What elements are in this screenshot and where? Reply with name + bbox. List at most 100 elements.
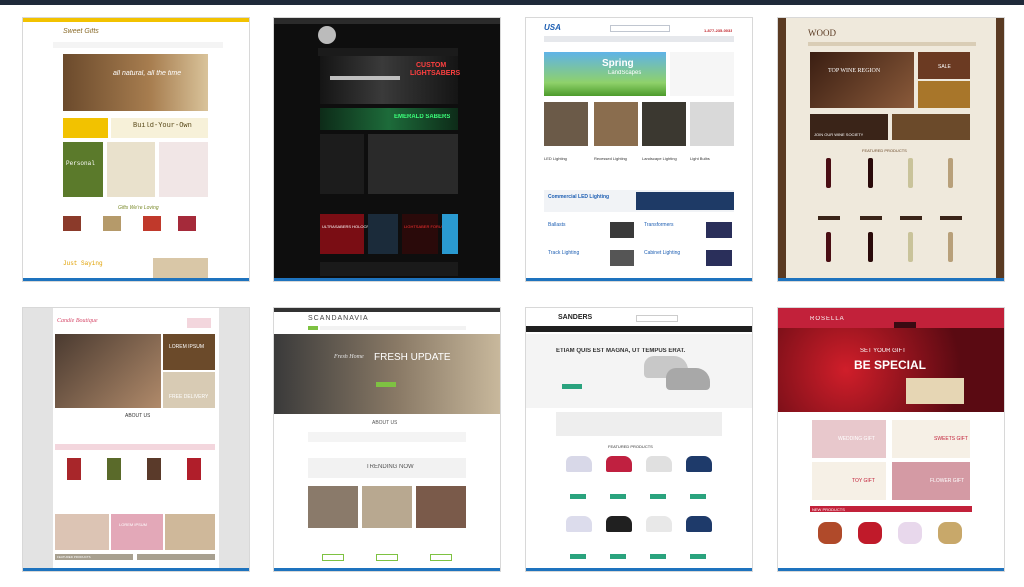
add-to-cart-button[interactable] — [430, 554, 452, 561]
template-thumbnail-sanders[interactable]: SANDERS ETIAM QUIS EST MAGNA, UT TEMPUS … — [526, 308, 752, 571]
hero-kicker: SET YOUR GIFT — [860, 348, 906, 354]
hero-kicker: Fresh Home — [334, 354, 364, 360]
row-image — [706, 222, 732, 238]
top-strip — [0, 0, 1024, 5]
add-to-cart-button[interactable] — [610, 554, 626, 559]
footer-strip — [320, 262, 458, 276]
shoe-product — [686, 516, 712, 532]
product-photo — [818, 522, 842, 544]
brand-logo: ROSELLA — [810, 316, 845, 322]
promo-label: Personal — [66, 160, 95, 167]
row-label[interactable]: Cabinet Lighting — [644, 250, 680, 256]
add-to-cart-button[interactable] — [322, 554, 344, 561]
add-to-cart-button[interactable] — [818, 216, 840, 220]
add-to-cart-button[interactable] — [610, 494, 626, 499]
row-label[interactable]: Ballasts — [548, 222, 566, 228]
category-label: SWEETS GIFT — [934, 436, 968, 442]
brand-logo: WOOD — [808, 28, 836, 38]
hero-slider — [55, 334, 161, 408]
phone-number: 1-877-235-0033 — [704, 28, 733, 33]
card-underline — [526, 278, 752, 281]
promo-tile — [63, 118, 108, 138]
template-thumbnail-candles[interactable]: Candle Boutique LOREM IPSUM FREE DELIVER… — [23, 308, 249, 571]
add-to-cart-button[interactable] — [570, 554, 586, 559]
row-label[interactable]: Track Lighting — [548, 250, 579, 256]
add-to-cart-button[interactable] — [900, 216, 922, 220]
card-underline — [778, 568, 1004, 571]
cart-box[interactable] — [187, 318, 211, 328]
search-input[interactable] — [610, 25, 670, 32]
category-photo — [690, 102, 734, 146]
category-label[interactable]: LED Lighting — [544, 156, 567, 161]
footer-label: FEATURED PRODUCTS — [57, 555, 91, 559]
top-bar — [274, 18, 500, 24]
add-to-cart-button[interactable] — [650, 494, 666, 499]
nav-home[interactable] — [308, 326, 318, 330]
product-photo — [938, 522, 962, 544]
promo-photo — [165, 514, 215, 550]
add-to-cart-button[interactable] — [650, 554, 666, 559]
shoe-image — [666, 368, 710, 390]
hero-button[interactable] — [562, 384, 582, 389]
promo-photo — [55, 514, 109, 550]
add-to-cart-button[interactable] — [940, 216, 962, 220]
brand-logo: SANDERS — [558, 314, 593, 321]
template-thumbnail-rosella[interactable]: ROSELLA SET YOUR GIFT BE SPECIAL WEDDING… — [778, 308, 1004, 571]
product-photo — [416, 486, 466, 528]
category-label[interactable]: Landscape Lighting — [642, 156, 677, 161]
section-heading: ABOUT US — [372, 420, 398, 426]
shoe-product — [566, 456, 592, 472]
add-to-cart-button[interactable] — [690, 494, 706, 499]
hero-text: ETIAM QUIS EST MAGNA, UT TEMPUS ERAT. — [556, 348, 686, 354]
wine-bottle — [826, 158, 831, 188]
brand-logo: Sweet Gifts — [63, 28, 99, 35]
footer-strip — [137, 554, 215, 560]
card-underline — [526, 568, 752, 571]
category-photo — [544, 102, 588, 146]
card-underline — [274, 568, 500, 571]
section-heading: FEATURED PRODUCTS — [608, 444, 653, 449]
promo-sidebar — [670, 52, 734, 96]
saber-hilt — [330, 76, 400, 80]
section-heading: ABOUT US — [125, 413, 151, 419]
card-underline — [23, 568, 249, 571]
product-photo — [107, 458, 121, 480]
add-to-cart-button[interactable] — [376, 554, 398, 561]
add-to-cart-button[interactable] — [690, 554, 706, 559]
brand-logo: USA — [544, 23, 561, 32]
card-underline — [23, 278, 249, 281]
society-label[interactable]: JOIN OUR WINE SOCIETY — [814, 132, 863, 137]
section-heading: NEW PRODUCTS — [812, 507, 845, 512]
add-to-cart-button[interactable] — [570, 494, 586, 499]
product-thumb — [178, 216, 196, 231]
template-thumbnail-gifts[interactable]: Sweet Gifts all natural, all the time Bu… — [23, 18, 249, 281]
search-input[interactable] — [636, 315, 678, 322]
template-thumbnail-scandanavia[interactable]: SCANDANAVIA Fresh Home FRESH UPDATE ABOU… — [274, 308, 500, 571]
category-label[interactable]: Recessed Lighting — [594, 156, 627, 161]
row-label[interactable]: Commercial LED Lighting — [548, 194, 609, 200]
shoe-product — [566, 516, 592, 532]
logo-emblem — [318, 26, 336, 44]
product-photo — [898, 522, 922, 544]
category-label[interactable]: Light Bulbs — [690, 156, 710, 161]
category-tile[interactable] — [812, 462, 886, 500]
row-label[interactable]: Transformers — [644, 222, 674, 228]
hero-subtitle: LIGHTSABERS — [410, 70, 461, 77]
section-heading: TRENDING NOW — [366, 464, 414, 470]
wine-bottle — [908, 158, 913, 188]
category-photo — [642, 102, 686, 146]
template-thumbnail-wood-wine[interactable]: WOOD TOP WINE REGION SALE JOIN OUR WINE … — [778, 18, 1004, 281]
add-to-cart-button[interactable] — [860, 216, 882, 220]
hero-button[interactable] — [376, 382, 396, 387]
emblem-panel — [368, 214, 398, 254]
wine-bottle — [948, 232, 953, 262]
shoe-product — [606, 516, 632, 532]
template-thumbnail-usa-lighting[interactable]: USA 1-877-235-0033 Spring LandScapes LED… — [526, 18, 752, 281]
product-photo — [187, 458, 201, 480]
promo-tile-green — [63, 142, 103, 197]
nav-bar — [526, 326, 752, 332]
row-image — [706, 250, 732, 266]
hero-subtitle: LandScapes — [608, 70, 642, 76]
promo-row — [556, 412, 722, 436]
template-thumbnail-lightsabers[interactable]: CUSTOM LIGHTSABERS EMERALD SABERS ULTRAS… — [274, 18, 500, 281]
